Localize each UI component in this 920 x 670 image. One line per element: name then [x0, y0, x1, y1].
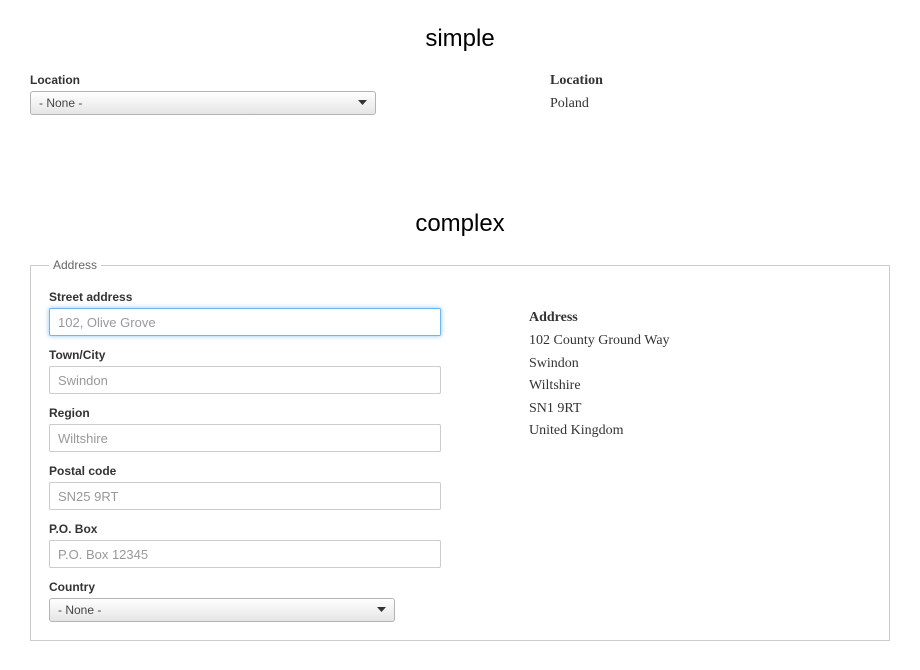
street-label: Street address: [49, 290, 529, 304]
section-title-complex: complex: [30, 210, 890, 238]
location-label: Location: [30, 73, 520, 87]
postal-label: Postal code: [49, 464, 529, 478]
simple-row: Location - None - Location Poland: [30, 73, 890, 115]
address-line: Wiltshire: [529, 375, 871, 397]
pobox-label: P.O. Box: [49, 522, 529, 536]
location-display-value: Poland: [550, 93, 890, 115]
street-input[interactable]: [49, 308, 441, 336]
address-line: United Kingdom: [529, 420, 871, 442]
chevron-down-icon: [377, 607, 386, 613]
region-label: Region: [49, 406, 529, 420]
country-select-value: - None -: [58, 603, 101, 617]
region-input[interactable]: [49, 424, 441, 452]
postal-input[interactable]: [49, 482, 441, 510]
pobox-input[interactable]: [49, 540, 441, 568]
chevron-down-icon: [358, 100, 367, 106]
simple-form-col: Location - None -: [30, 73, 520, 115]
address-line: Swindon: [529, 353, 871, 375]
address-line: 102 County Ground Way: [529, 330, 871, 352]
country-label: Country: [49, 580, 529, 594]
simple-display-col: Location Poland: [550, 73, 890, 115]
town-label: Town/City: [49, 348, 529, 362]
address-form-col: Street address Town/City Region Postal c…: [49, 290, 529, 622]
location-select[interactable]: - None -: [30, 91, 376, 115]
address-display-heading: Address: [529, 310, 871, 326]
address-fieldset: Address Street address Town/City Region …: [30, 258, 890, 641]
section-title-simple: simple: [30, 25, 890, 53]
country-select[interactable]: - None -: [49, 598, 395, 622]
address-display-col: Address 102 County Ground Way Swindon Wi…: [529, 290, 871, 622]
address-legend: Address: [49, 258, 101, 272]
town-input[interactable]: [49, 366, 441, 394]
location-select-value: - None -: [39, 96, 82, 110]
location-display-label: Location: [550, 73, 890, 89]
address-line: SN1 9RT: [529, 398, 871, 420]
